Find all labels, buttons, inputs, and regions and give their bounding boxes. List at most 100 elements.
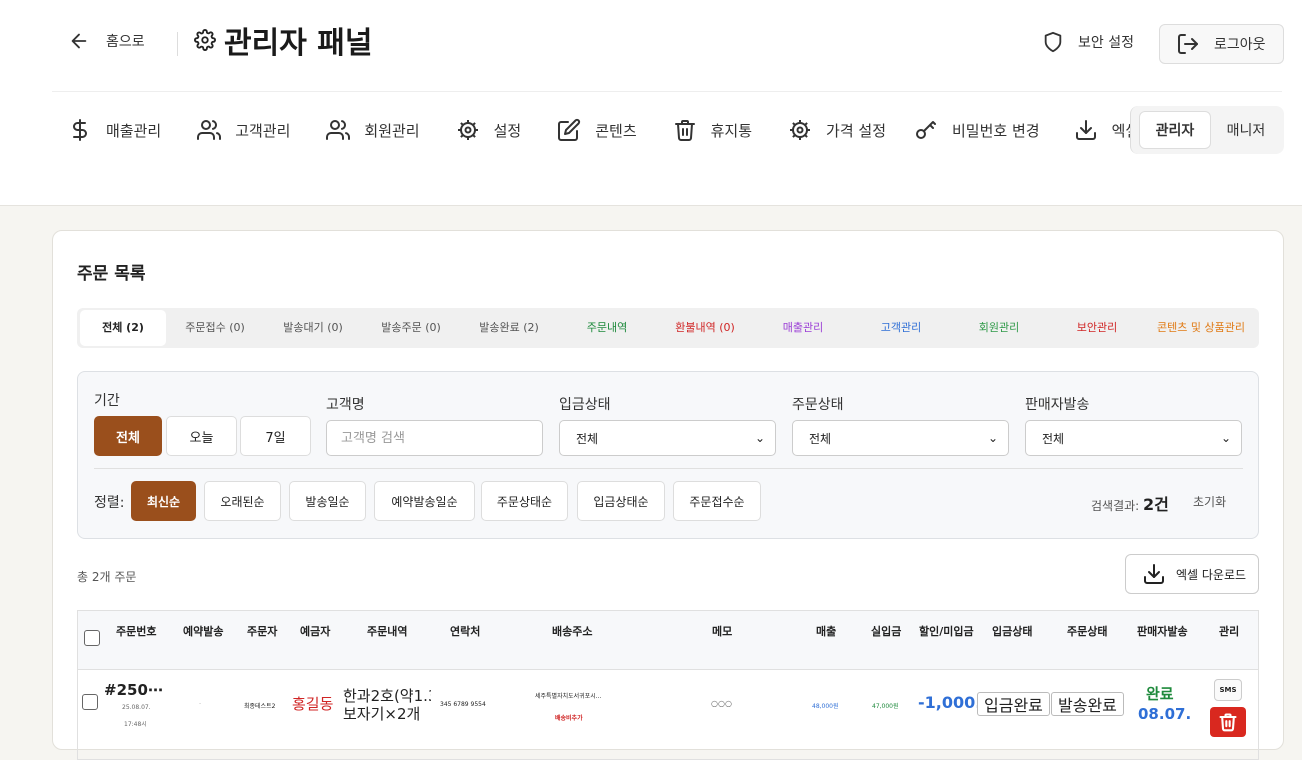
tab-received[interactable]: 주문접수 (0) xyxy=(166,310,264,346)
nav-label: 회원관리 xyxy=(364,121,420,140)
depositor-name: 홍길동 xyxy=(292,695,334,713)
tab-security[interactable]: 보안관리 xyxy=(1048,310,1146,346)
table-header: 주문번호 예약발송 주문자 예금자 주문내역 연락처 배송주소 메모 매출 실입… xyxy=(78,611,1258,670)
tab-contents-products[interactable]: 콘텐츠 및 상품관리 xyxy=(1146,310,1256,346)
period-today-button[interactable]: 오늘 xyxy=(166,416,237,456)
col-items: 주문내역 xyxy=(367,625,408,638)
col-manage: 관리 xyxy=(1219,625,1240,638)
sort-deposit-status-button[interactable]: 입금상태순 xyxy=(577,481,665,521)
total-orders: 총 2개 주문 xyxy=(77,570,137,584)
col-memo: 메모 xyxy=(712,625,733,638)
reset-button[interactable]: 초기화 xyxy=(1193,493,1226,510)
chevron-down-icon: ⌄ xyxy=(754,431,765,445)
seller-ship-select[interactable]: 전체 ⌄ xyxy=(1025,420,1242,456)
col-discount: 할인/미입금 xyxy=(919,625,974,638)
nav-label: 비밀번호 변경 xyxy=(952,121,1040,140)
security-settings-link[interactable]: 보안 설정 xyxy=(1042,30,1134,54)
nav-item-settings[interactable]: 설정 xyxy=(456,118,521,142)
nav-item-customers[interactable]: 고객관리 xyxy=(197,118,290,142)
download-icon xyxy=(1075,120,1096,140)
sort-received-button[interactable]: 주문접수순 xyxy=(673,481,761,521)
tab-waiting[interactable]: 발송대기 (0) xyxy=(264,310,362,346)
nav-item-password[interactable]: 비밀번호 변경 xyxy=(914,118,1040,142)
tab-order-history[interactable]: 주문내역 xyxy=(558,310,656,346)
dollar-icon xyxy=(73,119,87,141)
col-address: 배송주소 xyxy=(552,625,593,638)
header-rule xyxy=(52,91,1282,92)
col-orderer: 주문자 xyxy=(247,625,278,638)
logout-label: 로그아웃 xyxy=(1214,37,1266,53)
tab-customers[interactable]: 고객관리 xyxy=(852,310,950,346)
download-icon xyxy=(1144,564,1164,584)
chevron-down-icon: ⌄ xyxy=(987,431,998,445)
role-manager-button[interactable]: 매니저 xyxy=(1211,111,1281,149)
nav-item-price-settings[interactable]: 가격 설정 xyxy=(788,118,886,142)
role-switch: 관리자 매니저 xyxy=(1130,106,1284,154)
nav-item-members[interactable]: 회원관리 xyxy=(326,118,420,142)
role-admin-button[interactable]: 관리자 xyxy=(1139,111,1211,149)
nav-label: 고객관리 xyxy=(235,121,291,140)
order-status-select[interactable]: 전체 ⌄ xyxy=(792,420,1009,456)
tab-shipped[interactable]: 발송완료 (2) xyxy=(460,310,558,346)
phone-number: 345 6789 9554 xyxy=(440,701,486,708)
home-link[interactable]: 홈으로 xyxy=(68,30,145,52)
arrow-left-icon xyxy=(71,33,87,49)
customer-search-input[interactable] xyxy=(326,420,543,456)
item-line: 한과2호(약1.3 xyxy=(343,687,431,705)
col-order-no: 주문번호 xyxy=(116,625,157,638)
period-7days-button[interactable]: 7일 xyxy=(240,416,311,456)
top-bar: 홈으로 관리자 패널 보안 설정 로그아웃 매출관리 고객관리 회원관리 설정 xyxy=(0,0,1302,206)
result-value: 2건 xyxy=(1143,495,1169,514)
trash-icon xyxy=(674,120,695,141)
deposit-status-label: 입금상태 xyxy=(559,397,611,413)
seller-ship-date: 08.07. xyxy=(1138,705,1192,723)
result-label: 검색결과: xyxy=(1091,499,1140,513)
order-status-value: 전체 xyxy=(809,431,832,446)
sort-newest-button[interactable]: 최신순 xyxy=(131,481,196,521)
tab-members[interactable]: 회원관리 xyxy=(950,310,1048,346)
col-sales: 매출 xyxy=(816,625,837,638)
title-text: 관리자 패널 xyxy=(224,26,373,61)
nav-item-trash[interactable]: 휴지통 xyxy=(673,118,752,142)
nav-label: 가격 설정 xyxy=(826,121,886,140)
item-line: 보자기×2개 xyxy=(343,705,421,723)
select-all-checkbox[interactable] xyxy=(84,630,100,646)
order-list-card: 주문 목록 전체 (2) 주문접수 (0) 발송대기 (0) 발송주문 (0) … xyxy=(52,230,1284,760)
security-label: 보안 설정 xyxy=(1078,35,1134,51)
sms-button[interactable]: SMS xyxy=(1214,679,1242,701)
tab-sales[interactable]: 매출관리 xyxy=(754,310,852,346)
tab-shipping[interactable]: 발송주문 (0) xyxy=(362,310,460,346)
sort-order-status-button[interactable]: 주문상태순 xyxy=(481,481,568,521)
delivery-fee-badge: 배송비추가 xyxy=(555,715,583,722)
deposit-status-select[interactable]: 전체 ⌄ xyxy=(559,420,776,456)
deposit-status-value: 입금완료 xyxy=(984,696,1043,715)
delete-button[interactable] xyxy=(1210,707,1246,737)
excel-download-button[interactable]: 엑셀 다운로드 xyxy=(1125,554,1259,594)
order-date: 25.08.07. xyxy=(122,704,151,711)
memo-value: ○○○ xyxy=(711,699,732,708)
period-all-button[interactable]: 전체 xyxy=(94,416,162,456)
gear-icon xyxy=(790,120,811,140)
sort-reserve-date-button[interactable]: 예약발송일순 xyxy=(374,481,475,521)
reserve-value: - xyxy=(199,700,202,707)
logout-button[interactable]: 로그아웃 xyxy=(1159,24,1284,64)
deposit-status-select[interactable]: 입금완료 xyxy=(977,692,1050,716)
order-number[interactable]: #250⋯ xyxy=(104,681,163,699)
sort-ship-date-button[interactable]: 발송일순 xyxy=(289,481,366,521)
order-status-select[interactable]: 발송완료 xyxy=(1051,692,1124,716)
tab-all[interactable]: 전체 (2) xyxy=(80,310,166,346)
tab-refunds[interactable]: 환불내역 (0) xyxy=(656,310,754,346)
key-icon xyxy=(916,121,936,139)
nav-item-sales[interactable]: 매출관리 xyxy=(68,118,161,142)
nav-label: 휴지통 xyxy=(710,121,753,140)
home-label: 홈으로 xyxy=(106,34,145,50)
admin-nav: 매출관리 고객관리 회원관리 설정 콘텐츠 휴지통 가격 설정 비밀번호 변경 xyxy=(68,111,1175,149)
nav-item-contents[interactable]: 콘텐츠 xyxy=(557,118,637,142)
deposit-status-value: 전체 xyxy=(576,431,599,446)
col-paid: 실입금 xyxy=(871,625,902,638)
row-checkbox[interactable] xyxy=(82,694,98,710)
sort-oldest-button[interactable]: 오래된순 xyxy=(204,481,281,521)
orders-table: 주문번호 예약발송 주문자 예금자 주문내역 연락처 배송주소 메모 매출 실입… xyxy=(77,610,1259,760)
col-reserve: 예약발송 xyxy=(183,625,224,638)
seller-ship-label: 판매자발송 xyxy=(1025,397,1090,413)
